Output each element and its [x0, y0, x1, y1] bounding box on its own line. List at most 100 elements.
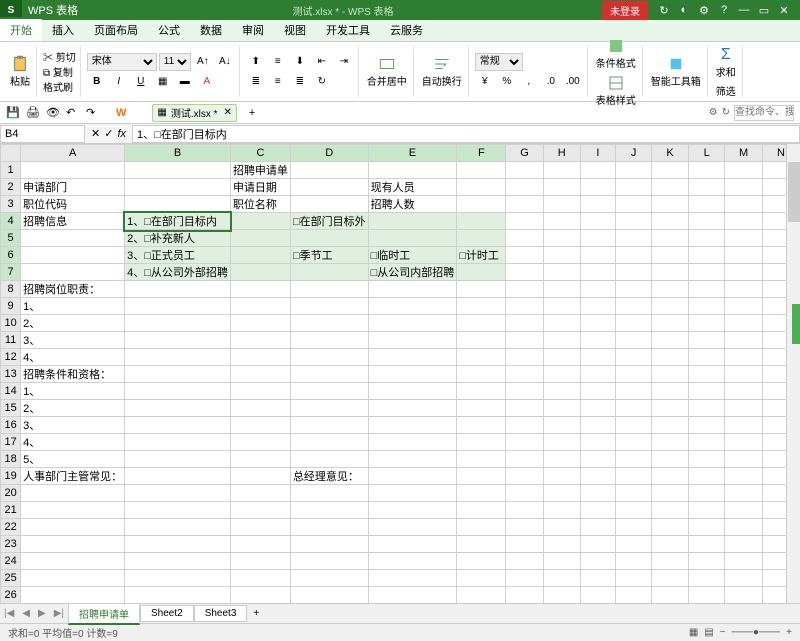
auto-wrap-button[interactable]: 自动换行 [420, 53, 464, 90]
row-header-9[interactable]: 9 [1, 298, 21, 315]
cell-H5[interactable] [543, 230, 580, 247]
cell-C18[interactable] [230, 451, 290, 468]
cell-B23[interactable] [125, 536, 231, 553]
cell-C4[interactable] [230, 213, 290, 230]
cell-M5[interactable] [725, 230, 763, 247]
cell-B17[interactable] [125, 434, 231, 451]
cell-M4[interactable] [725, 213, 763, 230]
cell-E20[interactable] [368, 485, 457, 502]
cell-D18[interactable] [290, 451, 368, 468]
cell-F13[interactable] [457, 366, 506, 383]
cell-D7[interactable] [290, 264, 368, 281]
wps-tab-icon[interactable]: W [116, 107, 126, 119]
tab-data[interactable]: 数据 [190, 19, 232, 41]
cell-E8[interactable] [368, 281, 457, 298]
cell-E23[interactable] [368, 536, 457, 553]
cell-L13[interactable] [688, 366, 724, 383]
cell-D16[interactable] [290, 417, 368, 434]
tab-start[interactable]: 开始 [0, 17, 42, 41]
tab-page-layout[interactable]: 页面布局 [84, 19, 148, 41]
cell-C2[interactable]: 申请日期 [230, 179, 290, 196]
cell-B12[interactable] [125, 349, 231, 366]
zoom-slider[interactable]: ───●─── [732, 627, 781, 638]
cell-H25[interactable] [543, 570, 580, 587]
row-header-14[interactable]: 14 [1, 383, 21, 400]
cell-A22[interactable] [21, 519, 125, 536]
cell-C11[interactable] [230, 332, 290, 349]
cell-L24[interactable] [688, 553, 724, 570]
cell-I22[interactable] [580, 519, 615, 536]
row-header-8[interactable]: 8 [1, 281, 21, 298]
cell-C10[interactable] [230, 315, 290, 332]
row-header-26[interactable]: 26 [1, 587, 21, 604]
cell-J25[interactable] [616, 570, 652, 587]
cell-H17[interactable] [543, 434, 580, 451]
cell-K20[interactable] [652, 485, 689, 502]
dec-dec-button[interactable]: .00 [563, 73, 583, 91]
cell-A25[interactable] [21, 570, 125, 587]
cell-G4[interactable] [506, 213, 543, 230]
cell-G7[interactable] [506, 264, 543, 281]
col-header-C[interactable]: C [230, 145, 290, 162]
col-header-G[interactable]: G [506, 145, 543, 162]
tab-cloud[interactable]: 云服务 [380, 19, 433, 41]
cell-I15[interactable] [580, 400, 615, 417]
dec-inc-button[interactable]: .0 [541, 73, 561, 91]
cell-J10[interactable] [616, 315, 652, 332]
cell-F4[interactable] [457, 213, 506, 230]
qa-print-icon[interactable]: 🖨 [26, 106, 40, 120]
cell-A3[interactable]: 职位代码 [21, 196, 125, 213]
qa-preview-icon[interactable]: 👁 [46, 106, 60, 120]
row-header-2[interactable]: 2 [1, 179, 21, 196]
cell-D2[interactable] [290, 179, 368, 196]
cell-F15[interactable] [457, 400, 506, 417]
login-button[interactable]: 未登录 [602, 1, 648, 20]
cell-D8[interactable] [290, 281, 368, 298]
cell-I9[interactable] [580, 298, 615, 315]
cell-H15[interactable] [543, 400, 580, 417]
cell-K11[interactable] [652, 332, 689, 349]
name-box[interactable] [0, 125, 85, 143]
cell-K15[interactable] [652, 400, 689, 417]
cell-G13[interactable] [506, 366, 543, 383]
decrease-font-button[interactable]: A↓ [215, 53, 235, 71]
cell-A2[interactable]: 申请部门 [21, 179, 125, 196]
align-middle-button[interactable]: ≡ [268, 53, 288, 71]
cell-J18[interactable] [616, 451, 652, 468]
cell-K2[interactable] [652, 179, 689, 196]
cell-C25[interactable] [230, 570, 290, 587]
cell-F20[interactable] [457, 485, 506, 502]
cell-D13[interactable] [290, 366, 368, 383]
cell-G3[interactable] [506, 196, 543, 213]
cell-F2[interactable] [457, 179, 506, 196]
cell-A26[interactable] [21, 587, 125, 604]
cell-M10[interactable] [725, 315, 763, 332]
currency-button[interactable]: ¥ [475, 73, 495, 91]
cell-I20[interactable] [580, 485, 615, 502]
cell-A1[interactable] [21, 162, 125, 179]
cell-K14[interactable] [652, 383, 689, 400]
cell-B22[interactable] [125, 519, 231, 536]
cell-B26[interactable] [125, 587, 231, 604]
cell-G24[interactable] [506, 553, 543, 570]
cell-G5[interactable] [506, 230, 543, 247]
border-button[interactable]: ▦ [153, 73, 173, 91]
cell-K23[interactable] [652, 536, 689, 553]
cell-J9[interactable] [616, 298, 652, 315]
cell-H10[interactable] [543, 315, 580, 332]
cell-L17[interactable] [688, 434, 724, 451]
cell-C1[interactable]: 招聘申请单 [230, 162, 290, 179]
cell-H19[interactable] [543, 468, 580, 485]
cell-F14[interactable] [457, 383, 506, 400]
col-header-E[interactable]: E [368, 145, 457, 162]
cell-M22[interactable] [725, 519, 763, 536]
cell-M17[interactable] [725, 434, 763, 451]
cell-G22[interactable] [506, 519, 543, 536]
cell-I16[interactable] [580, 417, 615, 434]
cell-F18[interactable] [457, 451, 506, 468]
cell-B19[interactable] [125, 468, 231, 485]
cell-J23[interactable] [616, 536, 652, 553]
cell-A20[interactable] [21, 485, 125, 502]
formula-input[interactable] [132, 125, 800, 143]
cell-L5[interactable] [688, 230, 724, 247]
